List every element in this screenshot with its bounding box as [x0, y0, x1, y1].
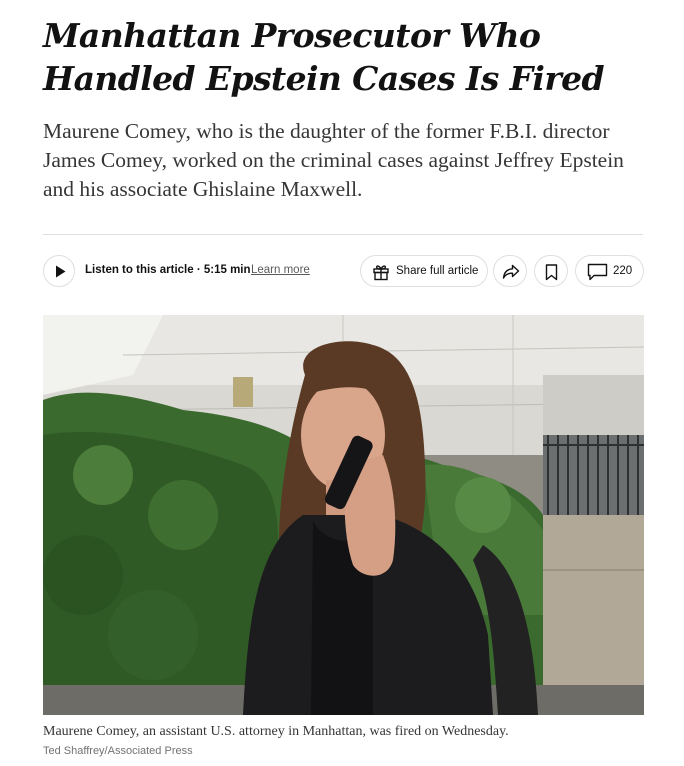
- share-full-article-button[interactable]: Share full article: [360, 255, 488, 287]
- article-toolbar: Listen to this article · 5:15 min Learn …: [43, 254, 644, 288]
- listen-label: Listen to this article · 5:15 min: [85, 264, 251, 276]
- comments-button[interactable]: 220: [575, 255, 644, 287]
- comment-bubble-icon: [587, 263, 608, 281]
- divider: [43, 234, 643, 235]
- gift-icon: [373, 265, 389, 281]
- play-audio-button[interactable]: [43, 255, 75, 287]
- share-full-article-label: Share full article: [396, 265, 479, 277]
- headline: Manhattan Prosecutor Who Handled Epstein…: [43, 16, 605, 98]
- photo-credit: Ted Shaffrey/Associated Press: [43, 745, 193, 757]
- share-arrow-icon: [502, 264, 520, 279]
- play-icon: [56, 265, 66, 278]
- save-button[interactable]: [534, 255, 568, 287]
- comments-count: 220: [613, 265, 633, 277]
- article-photo: [43, 315, 644, 715]
- article-summary: Maurene Comey, who is the daughter of th…: [43, 119, 624, 201]
- photo-caption: Maurene Comey, an assistant U.S. attorne…: [43, 724, 509, 739]
- share-button[interactable]: [493, 255, 527, 287]
- photo-illustration: [43, 315, 644, 715]
- bookmark-icon: [545, 264, 558, 281]
- learn-more-link[interactable]: Learn more: [251, 264, 310, 276]
